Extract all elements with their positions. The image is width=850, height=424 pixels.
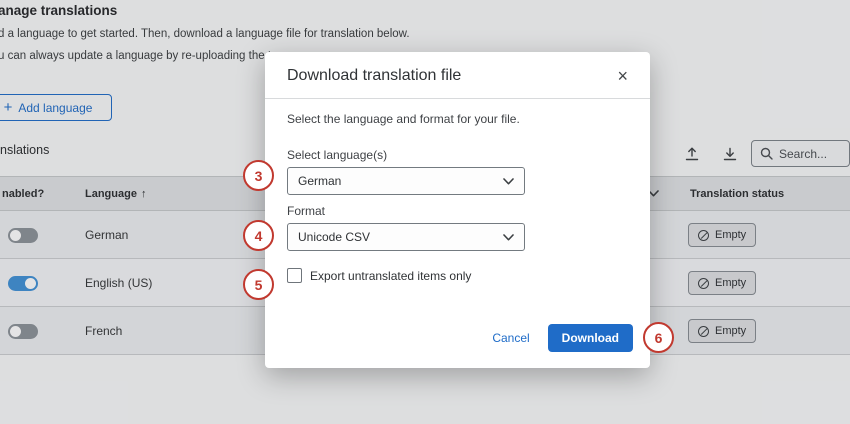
export-untranslated-label: Export untranslated items only bbox=[310, 269, 471, 283]
annotation-step-5: 5 bbox=[243, 269, 274, 300]
export-untranslated-checkbox[interactable] bbox=[287, 268, 302, 283]
select-language-label: Select language(s) bbox=[287, 148, 628, 162]
export-untranslated-row[interactable]: Export untranslated items only bbox=[287, 268, 628, 283]
modal-footer: Cancel Download bbox=[492, 324, 633, 352]
chevron-down-icon bbox=[503, 178, 514, 185]
chevron-down-icon bbox=[503, 234, 514, 241]
modal-description: Select the language and format for your … bbox=[287, 112, 628, 126]
format-select[interactable]: Unicode CSV bbox=[287, 223, 525, 251]
close-icon[interactable]: × bbox=[617, 67, 628, 85]
format-select-value: Unicode CSV bbox=[298, 230, 370, 244]
annotation-step-3: 3 bbox=[243, 160, 274, 191]
screen: anage translations d a language to get s… bbox=[0, 0, 850, 424]
modal-header: Download translation file × bbox=[265, 52, 650, 99]
language-select-value: German bbox=[298, 174, 341, 188]
download-translation-modal: Download translation file × Select the l… bbox=[265, 52, 650, 368]
format-label: Format bbox=[287, 204, 628, 218]
modal-title: Download translation file bbox=[287, 67, 461, 85]
annotation-step-6: 6 bbox=[643, 322, 674, 353]
download-button[interactable]: Download bbox=[548, 324, 633, 352]
modal-body: Select the language and format for your … bbox=[265, 99, 650, 283]
annotation-step-4: 4 bbox=[243, 220, 274, 251]
language-select[interactable]: German bbox=[287, 167, 525, 195]
cancel-button[interactable]: Cancel bbox=[492, 331, 529, 345]
